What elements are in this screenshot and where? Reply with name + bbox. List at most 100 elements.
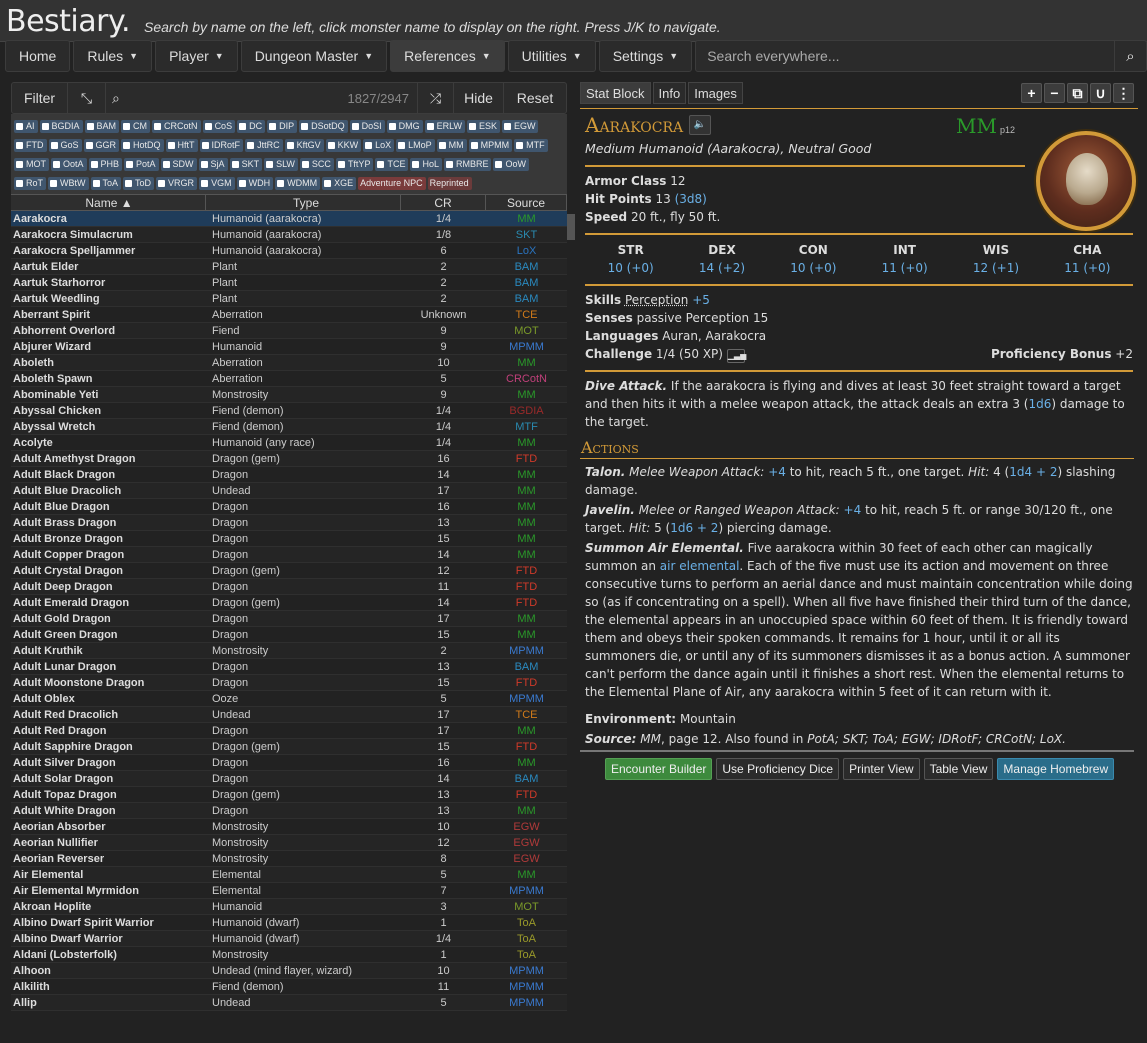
table-row[interactable]: Adult Red Dragon Dragon 17 MM [11, 723, 567, 739]
table-row[interactable]: Aeorian Absorber Monstrosity 10 EGW [11, 819, 567, 835]
printer-view-button[interactable]: Printer View [843, 758, 920, 780]
monster-source[interactable]: MM p12 [956, 116, 1015, 139]
ability-roll[interactable]: 11 (+0) [859, 259, 950, 277]
table-row[interactable]: Aldani (Lobsterfolk) Monstrosity 1 ToA [11, 947, 567, 963]
source-pill[interactable]: MTF [514, 139, 548, 152]
source-pill[interactable]: OoW [493, 158, 529, 171]
table-row[interactable]: Aartuk Elder Plant 2 BAM [11, 259, 567, 275]
table-row[interactable]: Adult Blue Dracolich Undead 17 MM [11, 483, 567, 499]
table-row[interactable]: Adult Amethyst Dragon Dragon (gem) 16 FTD [11, 451, 567, 467]
col-source[interactable]: Source [486, 195, 567, 210]
plus-icon[interactable]: + [1021, 83, 1042, 103]
source-pill[interactable]: MPMM [468, 139, 513, 152]
source-pill[interactable]: TftYP [335, 158, 374, 171]
source-pill[interactable]: JttRC [245, 139, 283, 152]
source-pill[interactable]: DMG [386, 120, 423, 133]
table-row[interactable]: Aboleth Spawn Aberration 5 CRCotN [11, 371, 567, 387]
table-row[interactable]: Adult Oblex Ooze 5 MPMM [11, 691, 567, 707]
table-row[interactable]: Abyssal Wretch Fiend (demon) 1/4 MTF [11, 419, 567, 435]
table-row[interactable]: Aboleth Aberration 10 MM [11, 355, 567, 371]
source-pill[interactable]: KKW [325, 139, 362, 152]
source-pill[interactable]: DIP [267, 120, 298, 133]
table-row[interactable]: Abjurer Wizard Humanoid 9 MPMM [11, 339, 567, 355]
nav-home[interactable]: Home [5, 40, 71, 72]
table-row[interactable]: Adult Lunar Dragon Dragon 13 BAM [11, 659, 567, 675]
source-pill[interactable]: HftT [165, 139, 198, 152]
ability-roll[interactable]: 12 (+1) [950, 259, 1041, 277]
proficiency-dice-button[interactable]: Use Proficiency Dice [716, 758, 840, 780]
source-pill[interactable]: ToD [123, 177, 155, 190]
source-pill[interactable]: SLW [264, 158, 298, 171]
table-row[interactable]: Alhoon Undead (mind flayer, wizard) 10 MPMM [11, 963, 567, 979]
search-icon[interactable]: ⌕ [1114, 41, 1146, 71]
table-row[interactable]: Adult Emerald Dragon Dragon (gem) 14 FTD [11, 595, 567, 611]
table-row[interactable]: Adult Bronze Dragon Dragon 15 MM [11, 531, 567, 547]
source-pill[interactable]: XGE [322, 177, 357, 190]
table-row[interactable]: Allip Undead 5 MPMM [11, 995, 567, 1011]
source-pill[interactable]: BAM [84, 120, 120, 133]
nav-player[interactable]: Player ▼ [155, 40, 238, 72]
table-row[interactable]: Adult White Dragon Dragon 13 MM [11, 803, 567, 819]
table-row[interactable]: Adult Gold Dragon Dragon 17 MM [11, 611, 567, 627]
ability-roll[interactable]: 14 (+2) [676, 259, 767, 277]
table-row[interactable]: Adult Kruthik Monstrosity 2 MPMM [11, 643, 567, 659]
global-search-input[interactable]: Search everywhere... ⌕ [695, 40, 1147, 72]
table-row[interactable]: Aeorian Nullifier Monstrosity 12 EGW [11, 835, 567, 851]
encounter-builder-button[interactable]: Encounter Builder [605, 758, 713, 780]
badge-pill[interactable]: Reprinted [427, 177, 472, 190]
table-row[interactable]: Air Elemental Myrmidon Elemental 7 MPMM [11, 883, 567, 899]
source-pill[interactable]: PotA [124, 158, 159, 171]
source-pill[interactable]: SDW [160, 158, 197, 171]
table-row[interactable]: Air Elemental Elemental 5 MM [11, 867, 567, 883]
table-row[interactable]: Acolyte Humanoid (any race) 1/4 MM [11, 435, 567, 451]
nav-references[interactable]: References ▼ [390, 40, 505, 72]
nav-utilities[interactable]: Utilities ▼ [507, 40, 596, 72]
source-pill[interactable]: SKT [229, 158, 263, 171]
ability-roll[interactable]: 11 (+0) [1042, 259, 1133, 277]
tab-info[interactable]: Info [652, 82, 687, 104]
table-row[interactable]: Adult Blue Dragon Dragon 16 MM [11, 499, 567, 515]
source-pill[interactable]: VGM [199, 177, 235, 190]
table-row[interactable]: Aartuk Starhorror Plant 2 BAM [11, 275, 567, 291]
source-pill[interactable]: ToA [90, 177, 122, 190]
monster-portrait[interactable] [1036, 131, 1136, 231]
source-pill[interactable]: WDH [236, 177, 274, 190]
source-pill[interactable]: GGR [83, 139, 120, 152]
source-pill[interactable]: PHB [88, 158, 123, 171]
table-row[interactable]: Alkilith Fiend (demon) 11 MPMM [11, 979, 567, 995]
table-row[interactable]: Aarakocra Humanoid (aarakocra) 1/4 MM [11, 211, 567, 227]
ability-roll[interactable]: 10 (+0) [585, 259, 676, 277]
source-pill[interactable]: HotDQ [121, 139, 164, 152]
table-row[interactable]: Adult Topaz Dragon Dragon (gem) 13 FTD [11, 787, 567, 803]
table-row[interactable]: Adult Brass Dragon Dragon 13 MM [11, 515, 567, 531]
source-pill[interactable]: IDRotF [199, 139, 244, 152]
manage-homebrew-button[interactable]: Manage Homebrew [997, 758, 1115, 780]
popout-icon[interactable]: ⧉ [1067, 83, 1088, 103]
source-pill[interactable]: TCE [375, 158, 409, 171]
source-pill[interactable]: MOT [14, 158, 49, 171]
hide-button[interactable]: Hide [454, 83, 504, 113]
collapse-icon[interactable]: ⤡ [68, 83, 106, 113]
source-pill[interactable]: SCC [299, 158, 334, 171]
col-cr[interactable]: CR [401, 195, 486, 210]
reset-button[interactable]: Reset [504, 83, 566, 113]
table-view-button[interactable]: Table View [923, 758, 994, 780]
table-row[interactable]: Adult Solar Dragon Dragon 14 BAM [11, 771, 567, 787]
source-pill[interactable]: CoS [202, 120, 236, 133]
source-pill[interactable]: WDMM [275, 177, 321, 190]
table-row[interactable]: Adult Moonstone Dragon Dragon 15 FTD [11, 675, 567, 691]
table-row[interactable]: Adult Sapphire Dragon Dragon (gem) 15 FTD [11, 739, 567, 755]
table-row[interactable]: Adult Deep Dragon Dragon 11 FTD [11, 579, 567, 595]
table-row[interactable]: Abominable Yeti Monstrosity 9 MM [11, 387, 567, 403]
source-pill[interactable]: SjA [198, 158, 228, 171]
table-row[interactable]: Abyssal Chicken Fiend (demon) 1/4 BGDIA [11, 403, 567, 419]
source-pill[interactable]: CM [121, 120, 151, 133]
tab-stat-block[interactable]: Stat Block [580, 82, 651, 104]
source-pill[interactable]: DC [237, 120, 266, 133]
source-pill[interactable]: CRCotN [152, 120, 201, 133]
source-pill[interactable]: OotA [51, 158, 87, 171]
table-row[interactable]: Adult Black Dragon Dragon 14 MM [11, 467, 567, 483]
table-row[interactable]: Albino Dwarf Spirit Warrior Humanoid (dwa… [11, 915, 567, 931]
filter-button[interactable]: Filter [12, 83, 68, 113]
badge-pill[interactable]: Adventure NPC [358, 177, 426, 190]
